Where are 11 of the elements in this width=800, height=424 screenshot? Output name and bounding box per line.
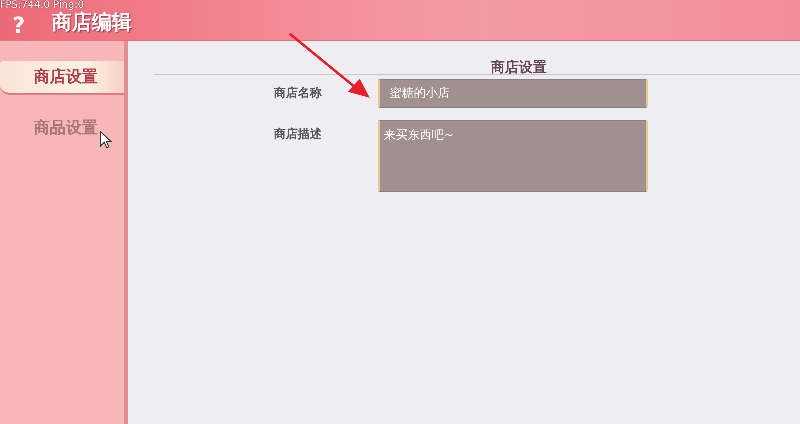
window-title: 商店编辑 [52,10,132,36]
text-area[interactable]: 来买东西吧~ [378,120,648,192]
fps-counter: FPS:744.0 Ping:0 [0,0,84,11]
panel-title: 商店设置 [490,58,548,75]
sidebar-tab[interactable]: 商品设置 [0,111,124,145]
field-label: 商店名称 [273,85,322,102]
cursor-icon [100,131,112,149]
input-field[interactable]: 蜜糖的小店 [378,79,648,108]
help-button[interactable]: ? [10,14,28,38]
sidebar-tab[interactable]: 商店设置 [0,61,124,95]
field-label: 商店描述 [273,126,322,143]
